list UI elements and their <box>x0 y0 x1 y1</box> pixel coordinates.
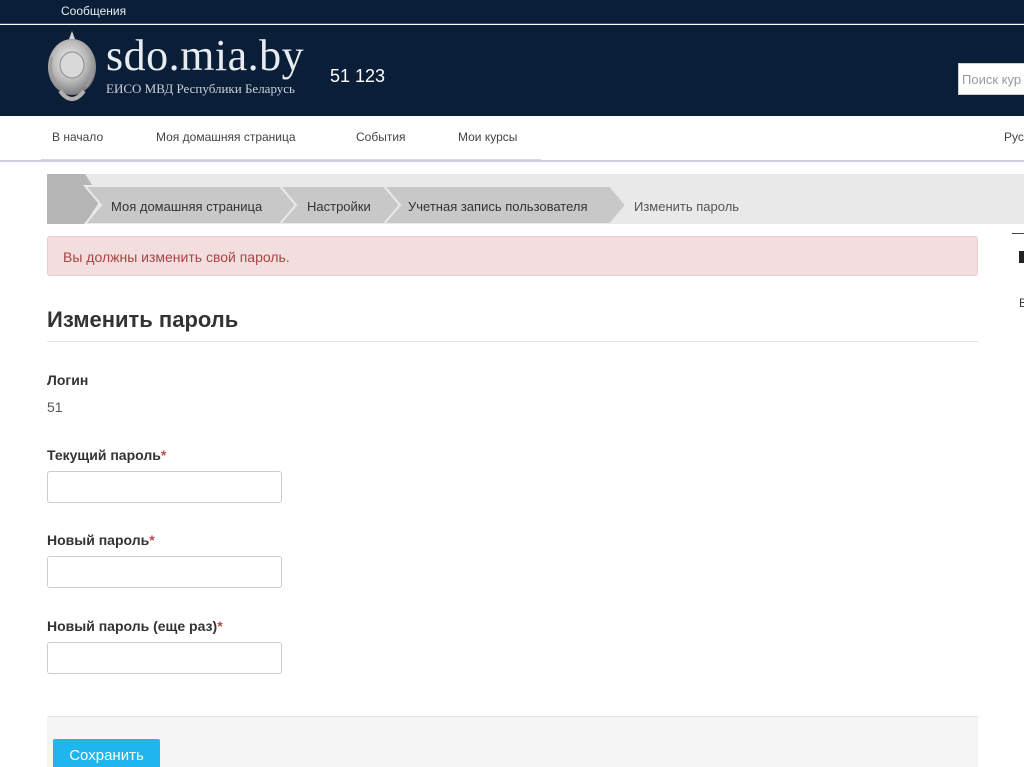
user-number: 51 123 <box>330 66 386 86</box>
new-password-again-label-text: Новый пароль (еще раз) <box>47 618 218 634</box>
main-nav: В начало Моя домашняя страница События М… <box>0 116 1024 162</box>
nav-divider <box>41 159 541 160</box>
form-actions: Сохранить <box>47 716 978 767</box>
breadcrumb-item-dashboard[interactable]: Моя домашняя страница <box>111 199 262 214</box>
emblem-logo[interactable] <box>44 29 100 109</box>
login-value: 51 <box>47 399 63 415</box>
required-mark: * <box>149 532 155 548</box>
nav-item-events[interactable]: События <box>356 130 406 144</box>
breadcrumb: Моя домашняя страница Настройки Учетная … <box>47 174 1024 224</box>
new-password-label-text: Новый пароль <box>47 532 150 548</box>
nav-item-home[interactable]: В начало <box>52 130 103 144</box>
title-divider <box>47 341 978 342</box>
password-change-alert: Вы должны изменить свой пароль. <box>47 236 978 276</box>
current-password-label-text: Текущий пароль <box>47 447 161 463</box>
breadcrumb-item-settings[interactable]: Настройки <box>307 199 371 214</box>
new-password-input[interactable] <box>47 556 282 588</box>
course-search-input[interactable]: Поиск кур <box>958 63 1024 95</box>
site-name[interactable]: sdo.mia.by <box>106 30 304 81</box>
new-password-label: Новый пароль* <box>47 532 155 548</box>
breadcrumb-item-current: Изменить пароль <box>634 199 740 214</box>
alert-text: Вы должны изменить свой пароль. <box>63 249 290 265</box>
sidebar-fragment-text: В <box>1019 296 1024 310</box>
required-mark: * <box>160 447 167 463</box>
breadcrumb-item-account[interactable]: Учетная запись пользователя <box>408 199 588 214</box>
sidebar-edge-line <box>1012 233 1024 234</box>
page-title: Изменить пароль <box>47 307 239 332</box>
nav-item-my-courses[interactable]: Мои курсы <box>458 130 517 144</box>
top-bar: Сообщения <box>0 0 1024 24</box>
new-password-again-input[interactable] <box>47 642 282 674</box>
save-button[interactable]: Сохранить <box>53 739 160 767</box>
new-password-again-label: Новый пароль (еще раз)* <box>47 618 223 634</box>
site-subtitle: ЕИСО МВД Республики Беларусь <box>106 81 295 96</box>
nav-item-dashboard[interactable]: Моя домашняя страница <box>156 130 296 144</box>
messages-link[interactable]: Сообщения <box>61 4 126 18</box>
site-header: sdo.mia.by ЕИСО МВД Республики Беларусь … <box>0 25 1024 116</box>
language-menu[interactable]: Рус <box>1004 130 1024 144</box>
current-password-input[interactable] <box>47 471 282 503</box>
current-password-label: Текущий пароль* <box>47 447 166 463</box>
sidebar-block-icon <box>1019 251 1024 263</box>
required-mark: * <box>217 618 223 634</box>
login-label: Логин <box>47 372 89 388</box>
